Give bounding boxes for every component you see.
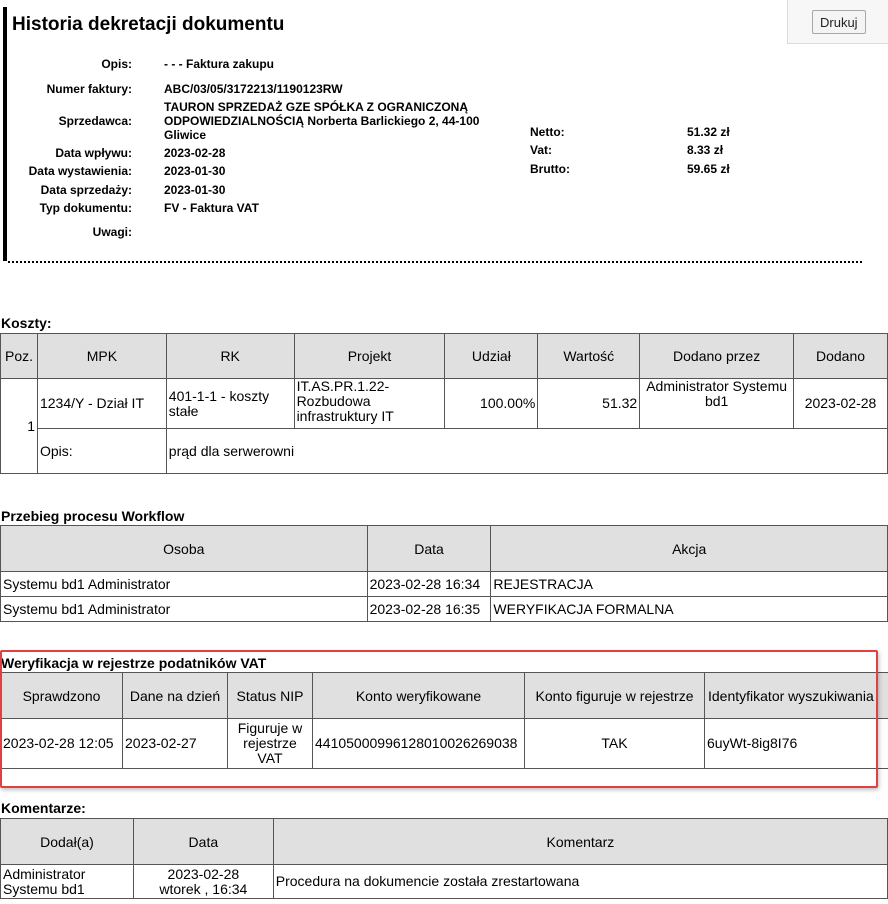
sale-date-label: Data sprzedaży: xyxy=(40,183,132,197)
col-header: Wartość xyxy=(537,333,641,379)
costs-table: Poz. MPK RK Projekt Udział Wartość Dodan… xyxy=(0,333,888,474)
cost-mpk: 1234/Y - Dział IT xyxy=(36,378,167,429)
workflow-table: Osoba Data Akcja Systemu bd1 Administrat… xyxy=(0,525,888,622)
vat-highlight-frame xyxy=(0,650,878,788)
workflow-date: 2023-02-28 16:34 xyxy=(366,571,492,597)
col-header: Dodano xyxy=(793,333,888,379)
brutto-value: 59.65 zł xyxy=(687,162,730,176)
brutto-label: Brutto: xyxy=(530,162,570,176)
cost-share: 100.00% xyxy=(444,378,539,429)
col-header: Data xyxy=(132,818,274,865)
costs-section-title: Koszty: xyxy=(1,315,52,331)
table-row: 1 1234/Y - Dział IT 401-1-1 - koszty sta… xyxy=(0,378,888,474)
seller-label: Sprzedawca: xyxy=(58,114,132,128)
col-header: RK xyxy=(165,333,295,379)
col-header: Akcja xyxy=(490,525,888,572)
cost-desc-value: prąd dla serwerowni xyxy=(165,428,888,474)
doc-type-label: Typ dokumentu: xyxy=(39,201,132,215)
workflow-person: Systemu bd1 Administrator xyxy=(0,571,368,597)
col-header: Data xyxy=(366,525,492,572)
header-accent-bar xyxy=(3,7,7,261)
workflow-person: Systemu bd1 Administrator xyxy=(0,596,368,622)
comments-table: Dodał(a) Data Komentarz Administrator Sy… xyxy=(0,818,888,899)
document-header: Historia dekretacji dokumentu Opis: - - … xyxy=(0,0,865,263)
cost-project: IT.AS.PR.1.22-Rozbudowa infrastruktury I… xyxy=(293,378,446,429)
receipt-date-value: 2023-02-28 xyxy=(164,146,226,160)
costs-header-row: Poz. MPK RK Projekt Udział Wartość Dodan… xyxy=(0,333,888,379)
cost-added-by: Administrator Systemu bd1 xyxy=(639,378,795,429)
workflow-date: 2023-02-28 16:35 xyxy=(366,596,492,622)
comment-text: Procedura na dokumencie została zrestart… xyxy=(272,864,888,899)
table-row: Opis: prąd dla serwerowni xyxy=(1,428,888,474)
opis-label: Opis: xyxy=(101,57,132,71)
cost-added-date: 2023-02-28 xyxy=(793,378,888,429)
netto-label: Netto: xyxy=(530,125,565,139)
col-header: Komentarz xyxy=(272,818,888,865)
col-header: Projekt xyxy=(293,333,446,379)
vat-label: Vat: xyxy=(530,143,553,157)
col-header: Poz. xyxy=(0,333,38,379)
workflow-header-row: Osoba Data Akcja xyxy=(0,525,888,572)
cost-value: 51.32 xyxy=(537,378,641,429)
header-divider xyxy=(8,261,862,263)
issue-date-value: 2023-01-30 xyxy=(164,164,226,178)
cost-rk: 401-1-1 - koszty stałe xyxy=(165,378,295,429)
table-row: Systemu bd1 Administrator 2023-02-28 16:… xyxy=(0,596,888,622)
receipt-date-label: Data wpływu: xyxy=(55,146,132,160)
workflow-action: WERYFIKACJA FORMALNA xyxy=(490,596,888,622)
page-title: Historia dekretacji dokumentu xyxy=(12,14,285,35)
comment-date: 2023-02-28 wtorek , 16:34 xyxy=(132,864,274,899)
workflow-action: REJESTRACJA xyxy=(490,571,888,597)
remarks-label: Uwagi: xyxy=(92,225,132,239)
comments-header-row: Dodał(a) Data Komentarz xyxy=(0,818,888,865)
table-row: Systemu bd1 Administrator 2023-02-28 16:… xyxy=(0,571,888,597)
comment-date-day: 2023-02-28 xyxy=(167,865,240,882)
col-header: Dodano przez xyxy=(639,333,795,379)
seller-value: TAURON SPRZEDAŻ GZE SPÓŁKA Z OGRANICZONĄ… xyxy=(164,100,480,142)
workflow-section-title: Przebieg procesu Workflow xyxy=(1,508,185,524)
comments-section-title: Komentarze: xyxy=(1,800,86,816)
comment-author: Administrator Systemu bd1 xyxy=(0,864,134,899)
invoice-number-value: ABC/03/05/3172213/1190123RW xyxy=(164,82,343,96)
table-row: Administrator Systemu bd1 2023-02-28 wto… xyxy=(0,864,888,899)
vat-value: 8.33 zł xyxy=(687,143,724,157)
col-header: Dodał(a) xyxy=(0,818,134,865)
opis-value: - - - Faktura zakupu xyxy=(164,57,275,71)
netto-value: 51.32 zł xyxy=(687,125,730,139)
comment-date-time: wtorek , 16:34 xyxy=(159,880,248,897)
cost-desc-label: Opis: xyxy=(36,428,167,474)
cost-position: 1 xyxy=(0,378,38,474)
doc-type-value: FV - Faktura VAT xyxy=(164,201,259,215)
col-header: Udział xyxy=(444,333,539,379)
sale-date-value: 2023-01-30 xyxy=(164,183,226,197)
col-header: MPK xyxy=(36,333,167,379)
issue-date-label: Data wystawienia: xyxy=(28,164,132,178)
col-header: Osoba xyxy=(0,525,368,572)
invoice-number-label: Numer faktury: xyxy=(46,82,132,96)
